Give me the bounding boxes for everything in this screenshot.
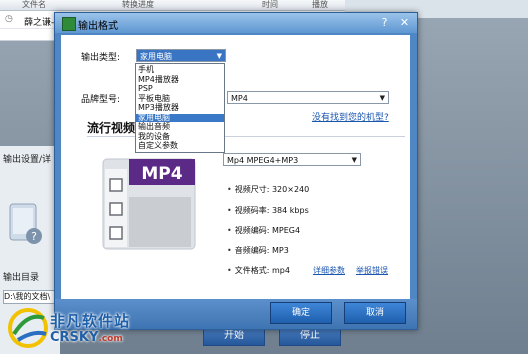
output-type-label: 输出类型: [81, 53, 121, 63]
clock-icon: ◷ [5, 14, 13, 24]
model-select[interactable]: MP4 ▼ [227, 91, 389, 104]
chevron-down-icon[interactable]: ▼ [352, 154, 357, 167]
column-header-time[interactable]: 时间 [262, 0, 278, 10]
dropdown-option[interactable]: 平板电脑 [136, 94, 224, 103]
output-path-field[interactable]: D:\我的文档\ [3, 290, 59, 304]
svg-text:?: ? [31, 230, 37, 243]
spec-video-size: • 视频尺寸: 320×240 [227, 185, 310, 194]
dropdown-option[interactable]: MP3播放器 [136, 104, 224, 112]
dropdown-option[interactable]: 输出音频 [136, 123, 224, 131]
column-header-filename[interactable]: 文件名 [22, 0, 46, 10]
chevron-down-icon[interactable]: ▼ [380, 92, 385, 105]
dropdown-option[interactable]: 自定义参数 [136, 142, 224, 150]
row-filename: 薛之谦- [24, 18, 55, 28]
app-icon [62, 17, 76, 31]
spec-video-bitrate: • 视频码率: 384 kbps [227, 206, 309, 215]
dropdown-option[interactable]: 家用电脑 [136, 113, 224, 122]
settings-panel: 输出设置/详 ? 输出目录 D:\我的文档\ [0, 146, 60, 354]
output-format-dialog: 输出格式 ? ✕ 输出类型: 家用电脑 ▼ 手机 MP4播放器 PSP 平板电脑 MP3… [54, 12, 418, 330]
output-type-select[interactable]: 家用电脑 ▼ [136, 49, 226, 62]
dialog-titlebar[interactable]: 输出格式 ? ✕ [55, 13, 417, 33]
table-header: 文件名 转换进度 时间 播放 [0, 0, 345, 11]
help-button[interactable]: ? [377, 16, 392, 30]
dialog-footer: 确定 取消 [55, 299, 417, 329]
device-icon: ? [9, 203, 42, 244]
report-error-link[interactable]: 举报错误 [356, 265, 388, 276]
chevron-down-icon[interactable]: ▼ [217, 50, 222, 63]
dropdown-option[interactable]: 我的设备 [136, 132, 224, 141]
detail-params-link[interactable]: 详细参数 [313, 265, 345, 276]
film-label: MP4 [141, 164, 182, 184]
dialog-content: 输出类型: 家用电脑 ▼ 手机 MP4播放器 PSP 平板电脑 MP3播放器 家用电脑 输出… [61, 35, 410, 299]
model-value: MP4 [231, 94, 248, 103]
column-header-progress[interactable]: 转换进度 [122, 0, 154, 10]
no-model-found-link[interactable]: 没有找到您的机型? [312, 110, 389, 123]
dropdown-option[interactable]: PSP [136, 85, 224, 93]
output-dir-heading: 输出目录 [3, 273, 40, 283]
popular-video-heading: 流行视频 [87, 121, 136, 135]
output-type-dropdown: 手机 MP4播放器 PSP 平板电脑 MP3播放器 家用电脑 输出音频 我的设备 自定义参数 [135, 63, 225, 153]
ok-button[interactable]: 确定 [270, 302, 332, 324]
column-header-play[interactable]: 播放 [312, 0, 328, 10]
brand-model-label: 品牌型号: [81, 95, 121, 105]
spec-file-format: • 文件格式: mp4 [227, 266, 290, 275]
close-button[interactable]: ✕ [397, 16, 412, 30]
cancel-button[interactable]: 取消 [344, 302, 406, 324]
output-type-value: 家用电脑 [140, 52, 172, 61]
format-select[interactable]: Mp4 MPEG4+MP3 ▼ [223, 153, 361, 166]
output-settings-heading: 输出设置/详 [3, 155, 52, 165]
film-mp4-icon: MP4 [102, 158, 196, 250]
format-value: Mp4 MPEG4+MP3 [227, 156, 299, 165]
spec-audio-codec: • 音频编码: MP3 [227, 246, 289, 255]
dropdown-option[interactable]: 手机 [136, 66, 224, 74]
dialog-title: 输出格式 [78, 21, 118, 32]
spec-video-codec: • 视频编码: MPEG4 [227, 226, 301, 235]
dropdown-option[interactable]: MP4播放器 [136, 75, 224, 84]
